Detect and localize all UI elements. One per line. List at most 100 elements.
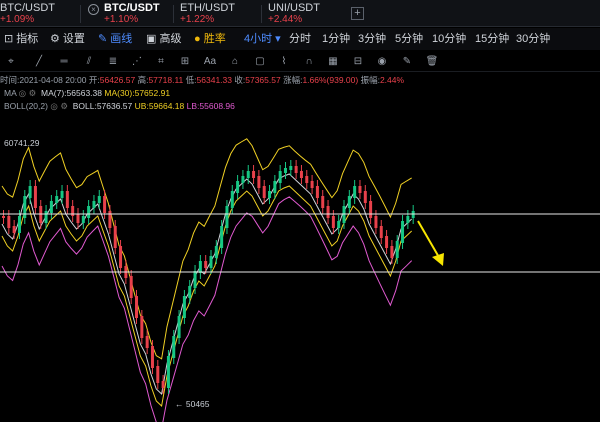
pair-tab-bar: BTC/USDT +1.09% × BTC/USDT +1.10% ETH/US…	[0, 0, 600, 27]
pair-symbol: BTC/USDT	[104, 2, 160, 14]
measure-tool-icon[interactable]: ⊞	[178, 55, 192, 69]
coin-icon: ●	[194, 33, 204, 45]
ohlc-close: 57365.57	[245, 75, 281, 85]
crosshair-icon[interactable]: ⌖	[4, 55, 18, 69]
candle	[321, 196, 325, 208]
hline-tool-icon[interactable]: ═	[57, 55, 71, 69]
timeframe-3[interactable]: 3分钟	[358, 32, 386, 46]
candle	[135, 296, 139, 318]
timeframe-dropdown[interactable]: 4小时 ▾	[244, 32, 281, 46]
candle	[103, 196, 107, 213]
lower-band-line	[1, 196, 413, 422]
candle	[257, 176, 261, 188]
candle	[55, 196, 59, 203]
tab-divider	[261, 5, 262, 23]
candle	[225, 206, 229, 228]
candle	[230, 191, 234, 208]
eye-icon[interactable]: ◉	[375, 55, 389, 69]
candle	[246, 171, 250, 178]
candle	[241, 176, 245, 183]
edit-icon[interactable]: ✎	[400, 55, 414, 69]
upper-band-line	[1, 138, 412, 360]
note-tool-icon[interactable]: ▢	[253, 55, 267, 69]
settings-button[interactable]: ⚙ 设置	[50, 32, 85, 46]
timeframe-4[interactable]: 5分钟	[395, 32, 423, 46]
candle	[2, 216, 5, 218]
candle	[390, 246, 394, 258]
candle	[385, 236, 389, 248]
candle	[236, 181, 240, 193]
bollinger-bands	[1, 138, 413, 422]
candle	[92, 201, 96, 208]
timeframe-5[interactable]: 10分钟	[432, 32, 466, 46]
draw-button[interactable]: ✎ 画线	[98, 32, 132, 46]
trash-icon[interactable]: 🗑	[425, 55, 439, 69]
pair-symbol: BTC/USDT	[0, 2, 55, 14]
ohlc-time: 2021-04-08 20:00	[19, 75, 87, 85]
ruler-icon[interactable]: ▦	[326, 55, 340, 69]
pitchfork-tool-icon[interactable]: ⌗	[154, 55, 168, 69]
timeframe-1[interactable]: 分时	[289, 32, 311, 46]
candle	[28, 186, 32, 198]
timeframe-2[interactable]: 1分钟	[322, 32, 350, 46]
timeframe-6[interactable]: 15分钟	[475, 32, 509, 46]
chart-toolbar: ⊡ 指标 ⚙ 设置 ✎ 画线 ▣ 高级 ● 胜率 4小时 ▾ 分时 1分钟 3分…	[0, 28, 600, 50]
candle	[182, 296, 186, 318]
candle	[337, 221, 341, 228]
pair-tab-btc-1[interactable]: BTC/USDT +1.09%	[0, 0, 78, 27]
candle	[310, 181, 314, 188]
candle	[369, 201, 373, 218]
candle	[129, 276, 133, 298]
lock-icon[interactable]: ⊟	[351, 55, 365, 69]
candle	[278, 171, 282, 183]
candle	[119, 246, 123, 268]
timeframe-7[interactable]: 30分钟	[516, 32, 550, 46]
candle	[395, 241, 399, 258]
candle	[268, 191, 272, 198]
fib-tool-icon[interactable]: ≣	[106, 55, 120, 69]
ohlc-amplitude: 2.44%	[379, 75, 405, 85]
advanced-button[interactable]: ▣ 高级	[146, 32, 181, 46]
candle	[23, 196, 27, 218]
trend-arrow[interactable]	[417, 220, 444, 266]
candle	[353, 186, 357, 198]
parallel-tool-icon[interactable]: ⫽	[82, 55, 96, 69]
candle	[315, 186, 319, 198]
candle	[166, 356, 170, 388]
ohlc-high: 57718.11	[148, 75, 184, 85]
magnet-icon[interactable]: ∩	[302, 55, 316, 69]
gear-icon: ⚙	[50, 33, 63, 45]
candle	[299, 171, 303, 178]
candle	[81, 216, 85, 223]
close-icon[interactable]: ×	[88, 4, 99, 15]
text-tool-icon[interactable]: Aa	[200, 55, 220, 69]
candlestick-chart[interactable]	[0, 96, 600, 422]
pair-tab-btc-active[interactable]: × BTC/USDT +1.10%	[88, 0, 172, 27]
add-tab-button[interactable]: +	[351, 7, 364, 20]
candle	[379, 226, 383, 238]
candle	[145, 336, 149, 348]
pair-tab-eth[interactable]: ETH/USDT +1.22%	[180, 0, 260, 27]
indicators-icon: ⊡	[4, 33, 17, 45]
pair-tab-uni[interactable]: UNI/USDT +2.44%	[268, 0, 346, 27]
ma30-line	[1, 185, 413, 407]
candle	[44, 211, 48, 223]
candle	[214, 246, 218, 258]
candle	[33, 186, 37, 208]
candle	[161, 381, 165, 388]
low-marker: ← 50465	[175, 399, 210, 409]
indicators-button[interactable]: ⊡ 指标	[4, 32, 38, 46]
drawing-tools: ⌖ ╱ ═ ⫽ ≣ ⋰ ⌗ ⊞ Aa ⌂ ▢ ⌇ ∩ ▦ ⊟ ◉ ✎ 🗑	[0, 52, 600, 72]
candle	[198, 261, 202, 273]
pair-change: +2.44%	[268, 14, 303, 25]
pair-symbol: UNI/USDT	[268, 2, 320, 14]
candle	[273, 181, 277, 193]
brush-tool-icon[interactable]: ⌇	[277, 55, 291, 69]
channel-tool-icon[interactable]: ⋰	[130, 55, 144, 69]
candle	[209, 256, 213, 268]
ohlc-line: 时间:2021-04-08 20:00 开:56426.57 高:57718.1…	[0, 75, 405, 85]
shape-tool-icon[interactable]: ⌂	[228, 55, 242, 69]
line-tool-icon[interactable]: ╱	[32, 55, 46, 69]
winrate-button[interactable]: ● 胜率	[194, 32, 226, 46]
candle	[17, 216, 21, 233]
